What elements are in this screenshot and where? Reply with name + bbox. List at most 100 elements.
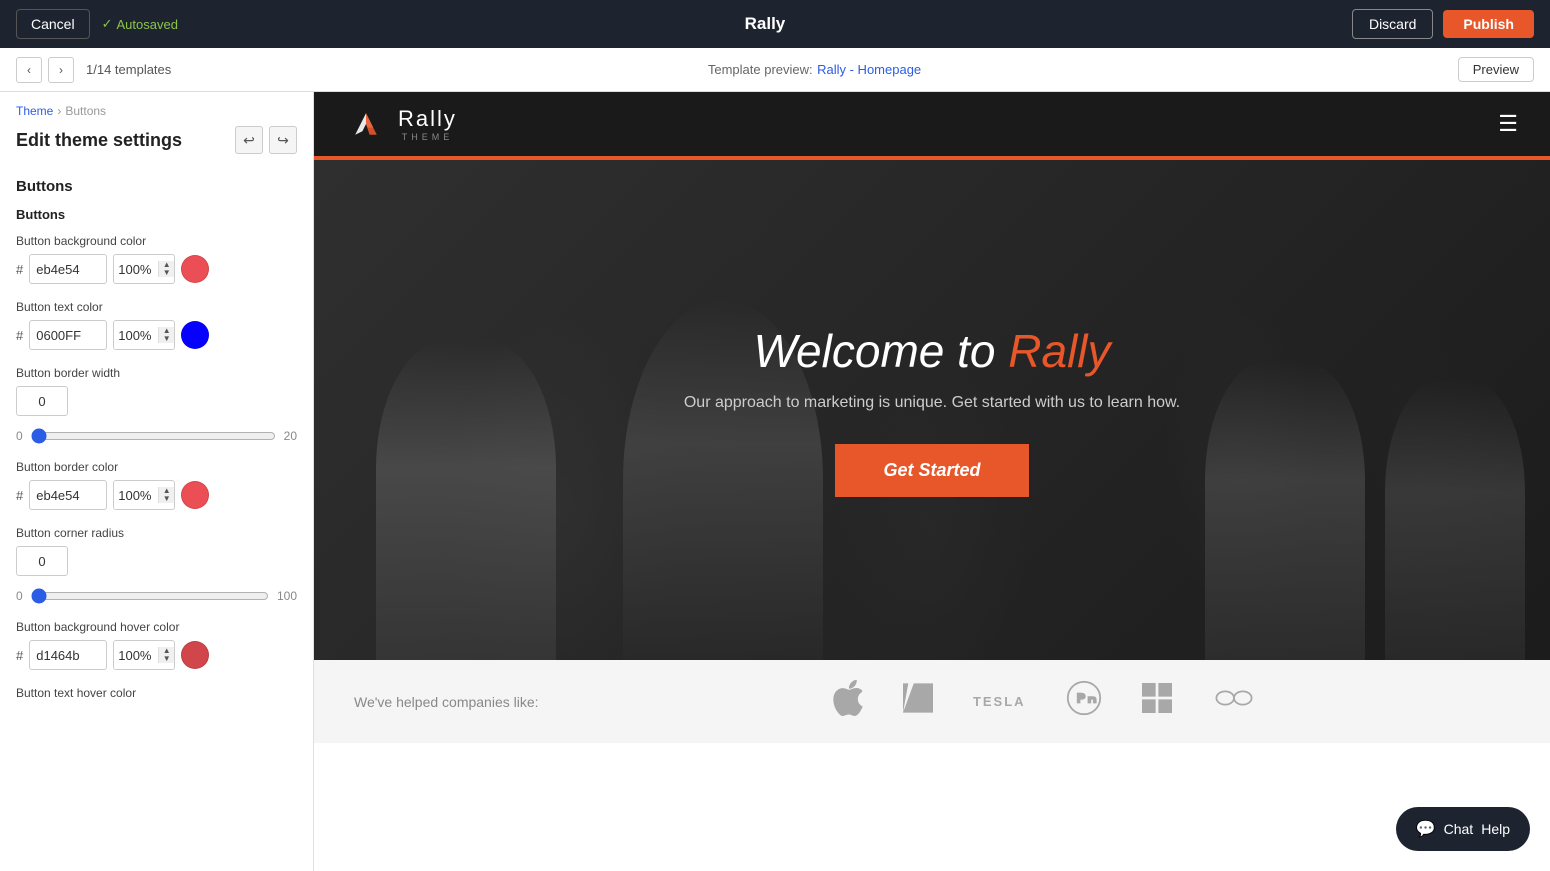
border-width-field: Button border width [0, 358, 313, 424]
template-bar: ‹ › 1/14 templates Template preview: Ral… [0, 48, 1550, 92]
hash-prefix-2: # [16, 328, 23, 343]
breadcrumb-separator: › [57, 104, 61, 118]
template-name[interactable]: Rally - Homepage [817, 62, 921, 77]
template-count: 1/14 templates [86, 62, 171, 77]
slider2-min: 0 [16, 589, 23, 603]
corner-radius-slider-row: 0 100 [0, 584, 313, 612]
text-opacity-wrap: ▲ ▼ [113, 320, 175, 350]
bg-opacity-wrap: ▲ ▼ [113, 254, 175, 284]
bg-color-field: Button background color # ▲ ▼ [0, 226, 313, 292]
opacity-arrows-3: ▲ ▼ [158, 487, 174, 503]
text-color-row: # ▲ ▼ [16, 320, 297, 350]
hover-bg-color-field: Button background hover color # ▲ ▼ [0, 612, 313, 678]
preview-area: Rally THEME ☰ [314, 92, 1550, 871]
opacity-down-2[interactable]: ▼ [158, 335, 174, 343]
bg-color-circle[interactable] [181, 255, 209, 283]
prev-template-button[interactable]: ‹ [16, 57, 42, 83]
breadcrumb-theme[interactable]: Theme [16, 104, 53, 118]
section-title-buttons: Buttons [0, 166, 313, 199]
bg-color-hex-input[interactable] [29, 254, 107, 284]
bg-opacity-input[interactable] [114, 255, 158, 283]
person-silhouette-1 [376, 340, 556, 660]
hover-bg-color-hex-input[interactable] [29, 640, 107, 670]
hover-bg-color-label: Button background hover color [16, 620, 297, 634]
text-color-circle[interactable] [181, 321, 209, 349]
border-color-hex-input[interactable] [29, 480, 107, 510]
site-logo: Rally THEME [346, 104, 457, 144]
hamburger-icon[interactable]: ☰ [1498, 111, 1518, 137]
hover-bg-opacity-wrap: ▲ ▼ [113, 640, 175, 670]
next-template-button[interactable]: › [48, 57, 74, 83]
site-logo-text-wrap: Rally THEME [398, 106, 457, 142]
hero-content: Welcome to Rally Our approach to marketi… [684, 324, 1180, 497]
border-color-circle[interactable] [181, 481, 209, 509]
hash-prefix-3: # [16, 488, 23, 503]
chat-label: Chat [1444, 821, 1474, 837]
border-width-label: Button border width [16, 366, 297, 380]
apple-logo [833, 680, 863, 723]
top-bar-right: Discard Publish [1352, 9, 1534, 39]
cancel-button[interactable]: Cancel [16, 9, 90, 39]
tesla-logo: TESLA [973, 694, 1026, 709]
redo-button[interactable]: ↪ [269, 126, 297, 154]
template-preview-info: Template preview: Rally - Homepage [708, 61, 921, 79]
logos-text: We've helped companies like: [354, 694, 539, 710]
corner-radius-field: Button corner radius [0, 518, 313, 584]
border-width-slider-row: 0 20 [0, 424, 313, 452]
panel-title: Edit theme settings [16, 130, 182, 151]
preview-button[interactable]: Preview [1458, 57, 1534, 82]
playstation-logo [1066, 680, 1102, 723]
logo-svg [348, 106, 384, 142]
publish-button[interactable]: Publish [1443, 10, 1534, 38]
undo-redo-controls: ↩ ↪ [235, 126, 297, 154]
opacity-down-3[interactable]: ▼ [158, 495, 174, 503]
check-icon: ✓ [102, 16, 113, 32]
opacity-down-4[interactable]: ▼ [158, 655, 174, 663]
hero-cta-button[interactable]: Get Started [835, 444, 1028, 497]
chat-help-button[interactable]: 💬 Chat Help [1396, 807, 1530, 851]
hash-prefix-4: # [16, 648, 23, 663]
help-label: Help [1481, 821, 1510, 837]
meta-logo [1212, 685, 1256, 718]
undo-button[interactable]: ↩ [235, 126, 263, 154]
app-title: Rally [745, 14, 786, 34]
slider1-min: 0 [16, 429, 23, 443]
chat-icon: 💬 [1416, 819, 1436, 839]
company-logos: TESLA [579, 680, 1510, 723]
opacity-arrows-4: ▲ ▼ [158, 647, 174, 663]
section-subtitle-buttons: Buttons [0, 199, 313, 226]
border-color-row: # ▲ ▼ [16, 480, 297, 510]
text-color-hex-input[interactable] [29, 320, 107, 350]
slider1-max: 20 [284, 429, 297, 443]
site-name: Rally [398, 106, 457, 131]
text-opacity-input[interactable] [114, 321, 158, 349]
hover-text-color-label: Button text hover color [16, 686, 297, 700]
hover-bg-opacity-input[interactable] [114, 641, 158, 669]
border-width-input[interactable] [16, 386, 68, 416]
hover-bg-color-row: # ▲ ▼ [16, 640, 297, 670]
slider2-max: 100 [277, 589, 297, 603]
hash-prefix-1: # [16, 262, 23, 277]
border-width-slider[interactable] [31, 428, 276, 444]
hover-bg-color-circle[interactable] [181, 641, 209, 669]
top-bar-left: Cancel ✓ Autosaved [16, 9, 178, 39]
border-color-field: Button border color # ▲ ▼ [0, 452, 313, 518]
text-color-field: Button text color # ▲ ▼ [0, 292, 313, 358]
preview-label: Template preview: [708, 62, 813, 77]
bg-color-label: Button background color [16, 234, 297, 248]
template-navigation: ‹ › 1/14 templates [16, 57, 171, 83]
left-panel: Theme › Buttons Edit theme settings ↩ ↪ … [0, 92, 314, 871]
site-theme-label: THEME [398, 132, 457, 142]
hero-title-part1: Welcome to [753, 325, 1008, 377]
border-opacity-input[interactable] [114, 481, 158, 509]
corner-radius-input[interactable] [16, 546, 68, 576]
adobe-logo [903, 683, 933, 720]
hover-text-color-field: Button text hover color [0, 678, 313, 714]
corner-radius-label: Button corner radius [16, 526, 297, 540]
site-header: Rally THEME ☰ [314, 92, 1550, 156]
panel-header: Edit theme settings ↩ ↪ [0, 122, 313, 166]
corner-radius-slider[interactable] [31, 588, 269, 604]
person-silhouette-3 [1205, 360, 1365, 660]
discard-button[interactable]: Discard [1352, 9, 1433, 39]
opacity-down-1[interactable]: ▼ [158, 269, 174, 277]
